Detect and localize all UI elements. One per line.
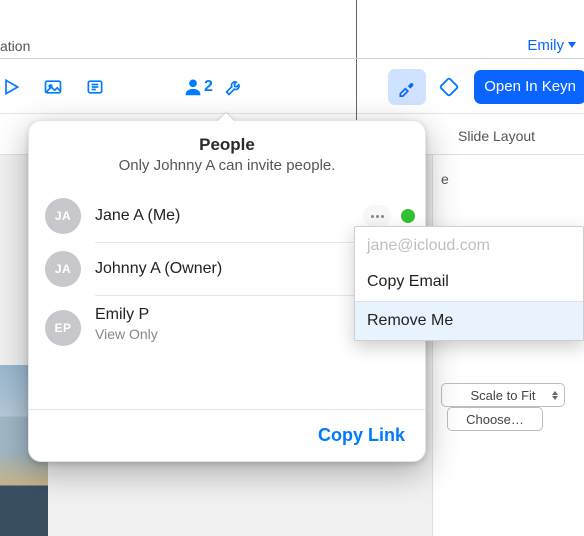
inspector-subhead-label: Slide Layout	[458, 128, 535, 144]
play-icon[interactable]	[0, 67, 32, 107]
document-tab-button[interactable]	[430, 69, 468, 105]
person-options-menu: jane@icloud.com Copy Email Remove Me	[354, 226, 584, 341]
avatar: EP	[45, 310, 81, 346]
scale-select-label: Scale to Fit	[470, 388, 535, 403]
document-title-fragment: ation	[0, 38, 30, 54]
open-button-label: Open In Keyn	[484, 78, 576, 95]
people-popover-subtitle: Only Johnny A can invite people.	[49, 157, 405, 174]
person-role: View Only	[95, 326, 391, 342]
chevrons-icon	[552, 391, 558, 400]
open-in-keynote-button[interactable]: Open In Keyn	[474, 70, 584, 104]
avatar: JA	[45, 198, 81, 234]
wrench-icon[interactable]	[213, 67, 255, 107]
image-icon[interactable]	[32, 67, 74, 107]
people-popover-title: People	[49, 135, 405, 155]
toolbar: 2 Open In Keyn	[0, 60, 584, 114]
remove-me-item[interactable]: Remove Me	[355, 302, 583, 340]
inspector-subhead: Slide Layout	[434, 118, 584, 154]
collaborators-count: 2	[204, 78, 213, 96]
avatar: JA	[45, 251, 81, 287]
truncated-label: e	[441, 171, 449, 187]
menu-email-header: jane@icloud.com	[355, 227, 583, 263]
person-name-text: Emily P	[95, 306, 149, 323]
app-surface: ation Emily 2 Open In Keyn	[0, 0, 584, 536]
scale-select[interactable]: Scale to Fit	[441, 383, 565, 407]
more-button[interactable]	[363, 205, 391, 227]
copy-link-button[interactable]: Copy Link	[318, 425, 405, 446]
top-divider	[0, 58, 584, 59]
person-name: Jane A (Me)	[95, 207, 363, 225]
copy-email-item[interactable]: Copy Email	[355, 263, 583, 301]
text-box-icon[interactable]	[74, 67, 116, 107]
choose-button-label: Choose…	[466, 412, 524, 427]
choose-button[interactable]: Choose…	[447, 407, 543, 431]
callout-line	[356, 0, 357, 60]
format-tab-button[interactable]	[388, 69, 426, 105]
person-name: Emily P View Only	[95, 306, 391, 342]
inspector-panel: e Scale to Fit Choose…	[432, 154, 584, 536]
collaborators-button[interactable]: 2	[182, 76, 213, 98]
status-indicator-online	[401, 209, 415, 223]
current-user-menu[interactable]: Emily	[527, 37, 576, 54]
